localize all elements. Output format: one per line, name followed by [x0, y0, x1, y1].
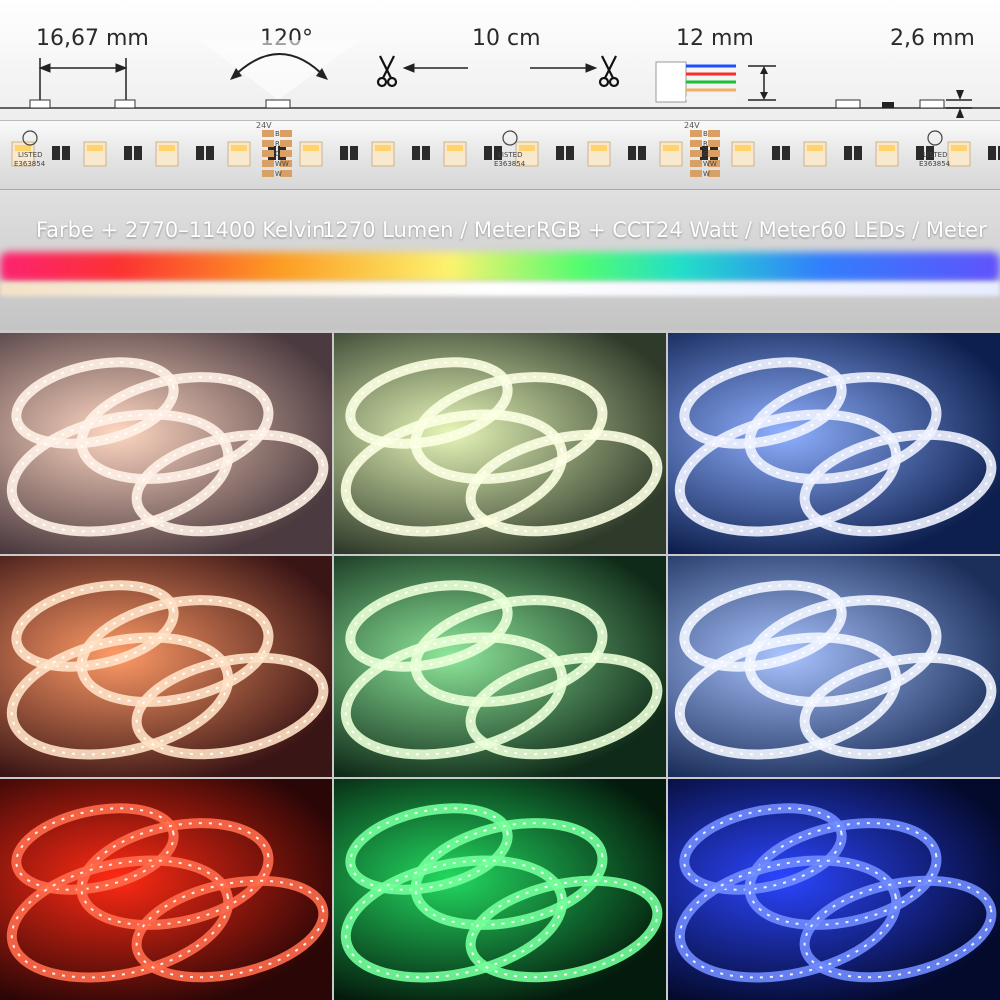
- pin-label: W: [703, 170, 710, 178]
- led-chip: [83, 141, 107, 167]
- led-photo-tile: [668, 556, 1000, 777]
- led-chip: [155, 141, 179, 167]
- pin-label: B: [275, 130, 280, 138]
- spec-watt: 24 Watt / Meter: [656, 218, 820, 242]
- led-chip: [947, 141, 971, 167]
- resistor-pair: [556, 146, 574, 160]
- led-chip: [731, 141, 755, 167]
- pin-label: G: [703, 150, 708, 158]
- led-photo-tile: [334, 333, 666, 554]
- strip-loop: [679, 357, 847, 449]
- resistor-pair: [340, 146, 358, 160]
- strip-loop: [11, 580, 179, 672]
- strip-loop: [679, 803, 847, 895]
- strip-loop: [76, 372, 274, 484]
- led-chip: [875, 141, 899, 167]
- pin-label: WW: [275, 160, 289, 168]
- led-photo-tile: [334, 556, 666, 777]
- led-coil-illustration: [674, 357, 997, 537]
- cert-number: E363854: [919, 160, 951, 168]
- strip-loop: [76, 595, 274, 707]
- led-coil-illustration: [674, 803, 997, 983]
- led-coil-illustration: [6, 803, 329, 983]
- voltage-label: 24V: [684, 121, 700, 130]
- resistor-pair: [844, 146, 862, 160]
- spec-led-count: 60 LEDs / Meter: [820, 218, 987, 242]
- led-photo-tile: [334, 779, 666, 1000]
- led-chip: [587, 141, 611, 167]
- pin-label: B: [703, 130, 708, 138]
- pin-label: G: [275, 150, 280, 158]
- led-photo-tile: [0, 556, 332, 777]
- led-coil-illustration: [340, 580, 663, 760]
- led-photo-tile: [0, 333, 332, 554]
- ul-text: LISTED: [923, 151, 948, 159]
- ul-text: LISTED: [498, 151, 523, 159]
- pin-label: R: [275, 140, 280, 148]
- led-chip: [659, 141, 683, 167]
- strip-loop: [76, 818, 274, 930]
- strip-loop: [744, 595, 942, 707]
- color-gallery: [0, 333, 1000, 1000]
- spec-lumen: 1270 Lumen / Meter: [322, 218, 535, 242]
- spec-rgb-cct: RGB + CCT: [536, 218, 655, 242]
- led-chip: [227, 141, 251, 167]
- cert-number: E363854: [14, 160, 46, 168]
- pin-label: WW: [703, 160, 717, 168]
- led-coil-illustration: [340, 803, 663, 983]
- led-chip: [443, 141, 467, 167]
- strip-loop: [410, 372, 608, 484]
- led-coil-illustration: [674, 580, 997, 760]
- strip-loop: [11, 803, 179, 895]
- pin-label: W: [275, 170, 282, 178]
- strip-loop: [345, 357, 513, 449]
- strip-loop: [744, 372, 942, 484]
- strip-loop: [410, 595, 608, 707]
- led-coil-illustration: [6, 580, 329, 760]
- strip-loop: [744, 818, 942, 930]
- resistor-pair: [52, 146, 70, 160]
- led-photo-tile: [668, 779, 1000, 1000]
- white-glow: [0, 282, 1000, 296]
- led-chip: [803, 141, 827, 167]
- led-coil-illustration: [6, 357, 329, 537]
- ul-text: LISTED: [18, 151, 43, 159]
- spec-color-temperature: Farbe + 2770–11400 Kelvin: [36, 218, 326, 242]
- led-chip: [299, 141, 323, 167]
- spec-bar: Farbe + 2770–11400 Kelvin 1270 Lumen / M…: [0, 218, 1000, 252]
- led-coil-illustration: [340, 357, 663, 537]
- rainbow-glow: [0, 252, 1000, 282]
- strip-loop: [11, 357, 179, 449]
- resistor-pair: [628, 146, 646, 160]
- strip-loop: [410, 818, 608, 930]
- led-chip: [371, 141, 395, 167]
- resistor-pair: [772, 146, 790, 160]
- cert-number: E363854: [494, 160, 526, 168]
- pin-label: R: [703, 140, 708, 148]
- led-photo-tile: [0, 779, 332, 1000]
- resistor-pair: [412, 146, 430, 160]
- led-strip-details: 24VBRGWWW24VBRGWWWLISTEDE363854LISTEDE36…: [11, 121, 1000, 178]
- voltage-label: 24V: [256, 121, 272, 130]
- resistor-pair: [196, 146, 214, 160]
- strip-loop: [679, 580, 847, 672]
- strip-loop: [345, 803, 513, 895]
- resistor-pair: [124, 146, 142, 160]
- resistor-pair: [988, 146, 1000, 160]
- led-photo-tile: [668, 333, 1000, 554]
- strip-loop: [345, 580, 513, 672]
